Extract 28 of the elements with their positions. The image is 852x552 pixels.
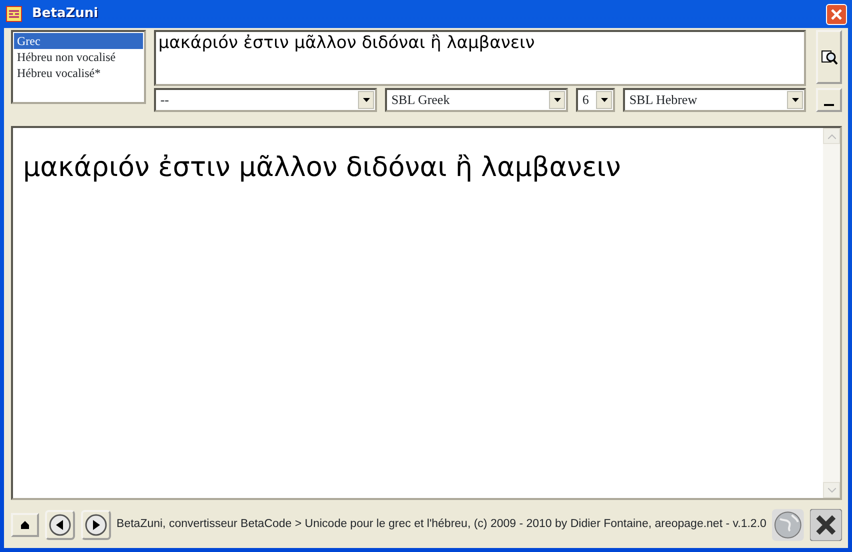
window-title: BetaZuni — [32, 5, 98, 24]
search-icon — [820, 48, 838, 66]
dropdown[interactable]: SBL Hebrew — [623, 88, 806, 112]
home-icon — [20, 520, 30, 530]
back-button[interactable] — [44, 510, 75, 540]
dropdown[interactable]: -- — [154, 88, 378, 112]
dropdown[interactable]: 6 — [576, 88, 616, 112]
forward-button[interactable] — [80, 510, 111, 540]
caret-icon — [362, 98, 370, 102]
minimize-icon — [824, 104, 834, 106]
dropdown[interactable]: SBL Greek — [385, 88, 568, 112]
caret-icon — [554, 98, 561, 102]
footer-text: BetaZuni, convertisseur BetaCode > Unicode pour le grec et l'hébreu, (c) 2009 - 2010 by Didier Fontaine, areopage.net - v.1.2.0 — [116, 517, 766, 532]
output-text: μακάριόν ἐστιν μᾶλλον διδόναι ἢ λαμβανειν — [22, 151, 622, 185]
close-icon — [830, 8, 843, 20]
home-button[interactable] — [11, 513, 39, 537]
list-item[interactable]: Hébreu non vocalisé — [14, 49, 144, 65]
caret-icon — [600, 98, 608, 102]
minimize-button[interactable] — [816, 88, 842, 112]
app-icon — [6, 6, 22, 22]
input-field[interactable]: μακάριόν ἐστιν μᾶλλον διδόναι ἢ λαμβανειν — [154, 30, 806, 86]
close-button[interactable] — [826, 4, 847, 24]
globe-icon[interactable] — [772, 509, 804, 541]
list-item[interactable]: Hébreu vocalisé* — [14, 65, 144, 81]
list-item[interactable]: Grec — [14, 33, 144, 49]
close-icon[interactable] — [810, 509, 842, 541]
caret-icon — [792, 98, 799, 102]
search-button[interactable] — [816, 30, 842, 84]
